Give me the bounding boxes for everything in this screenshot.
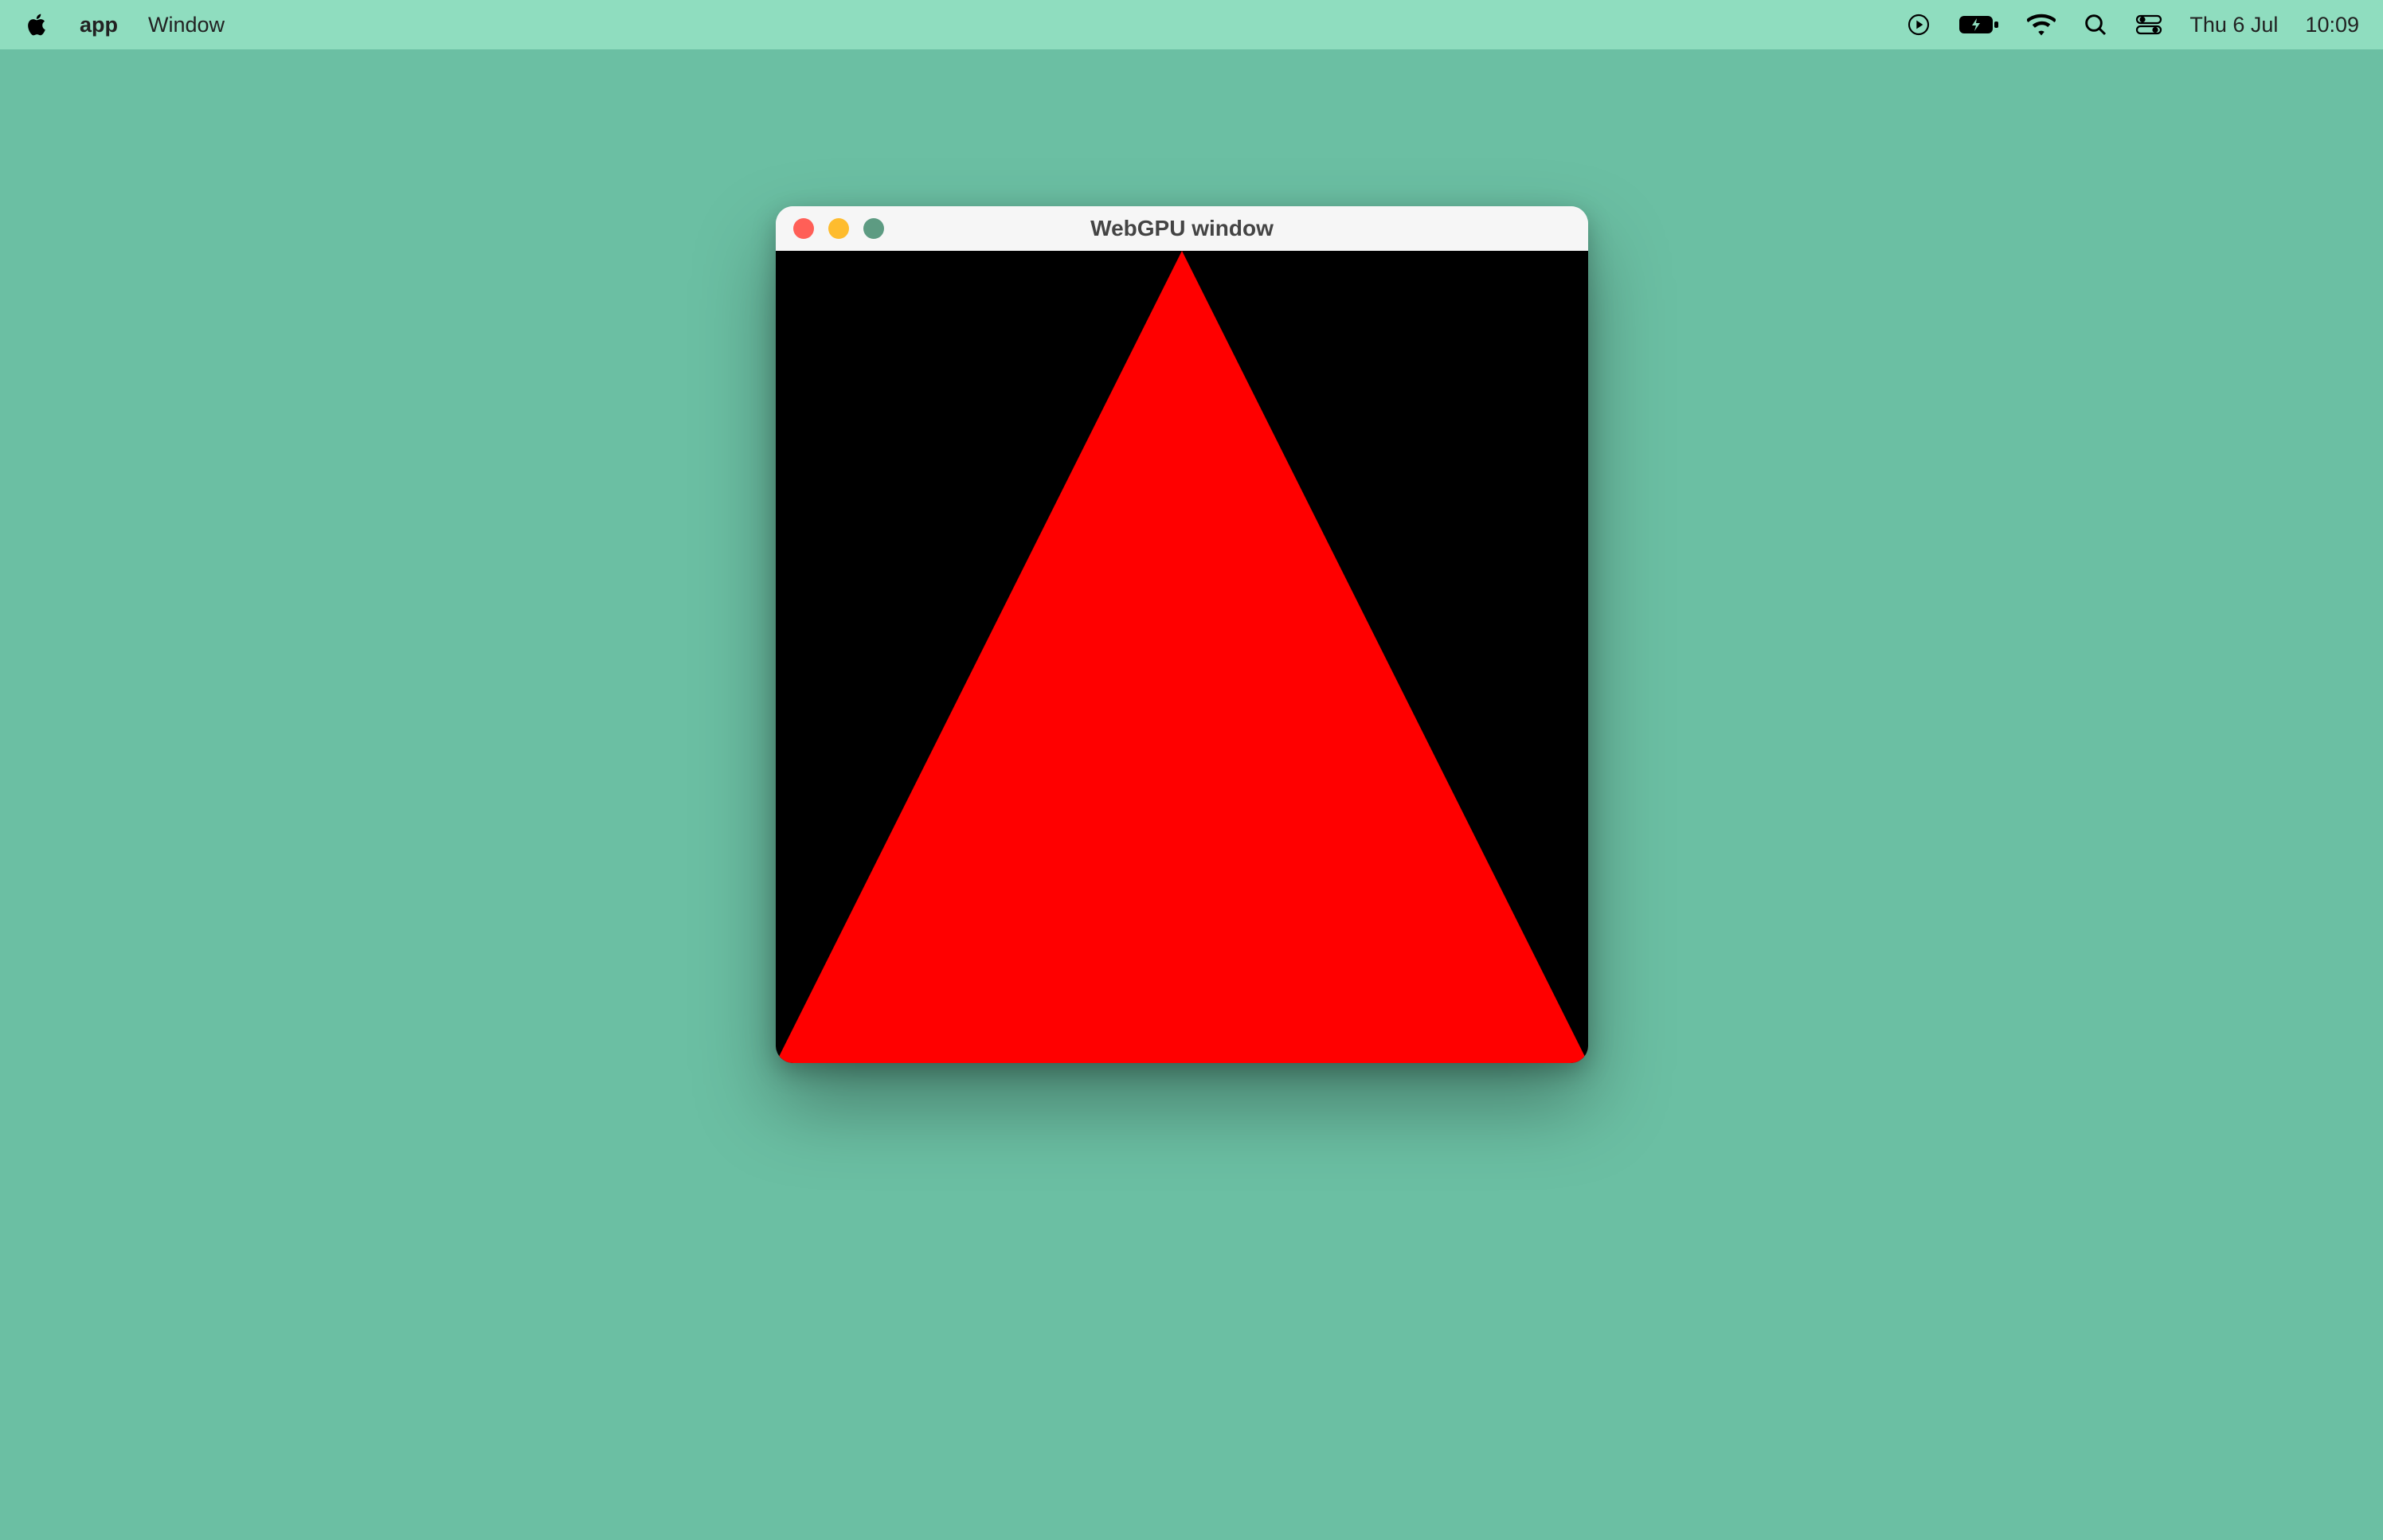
app-menu[interactable]: app [80, 13, 118, 37]
menubar-date[interactable]: Thu 6 Jul [2189, 13, 2278, 37]
window-minimize-button[interactable] [828, 218, 849, 239]
apple-logo-icon[interactable] [24, 12, 49, 37]
traffic-lights [793, 218, 884, 239]
menubar-right: Thu 6 Jul 10:09 [1906, 12, 2359, 37]
window-menu[interactable]: Window [148, 13, 225, 37]
window-close-button[interactable] [793, 218, 814, 239]
wifi-icon[interactable] [2027, 14, 2056, 36]
control-center-icon[interactable] [2135, 14, 2162, 36]
spotlight-search-icon[interactable] [2083, 12, 2108, 37]
battery-charging-icon[interactable] [1958, 14, 2000, 36]
triangle-render [776, 251, 1588, 1063]
webgpu-canvas [776, 251, 1588, 1063]
menubar-left: app Window [24, 12, 225, 37]
window-maximize-button[interactable] [863, 218, 884, 239]
menubar-time[interactable]: 10:09 [2305, 13, 2359, 37]
window-title: WebGPU window [776, 216, 1588, 241]
macos-menubar: app Window [0, 0, 2383, 49]
window-titlebar[interactable]: WebGPU window [776, 206, 1588, 251]
app-window: WebGPU window [776, 206, 1588, 1063]
media-play-icon[interactable] [1906, 12, 1931, 37]
